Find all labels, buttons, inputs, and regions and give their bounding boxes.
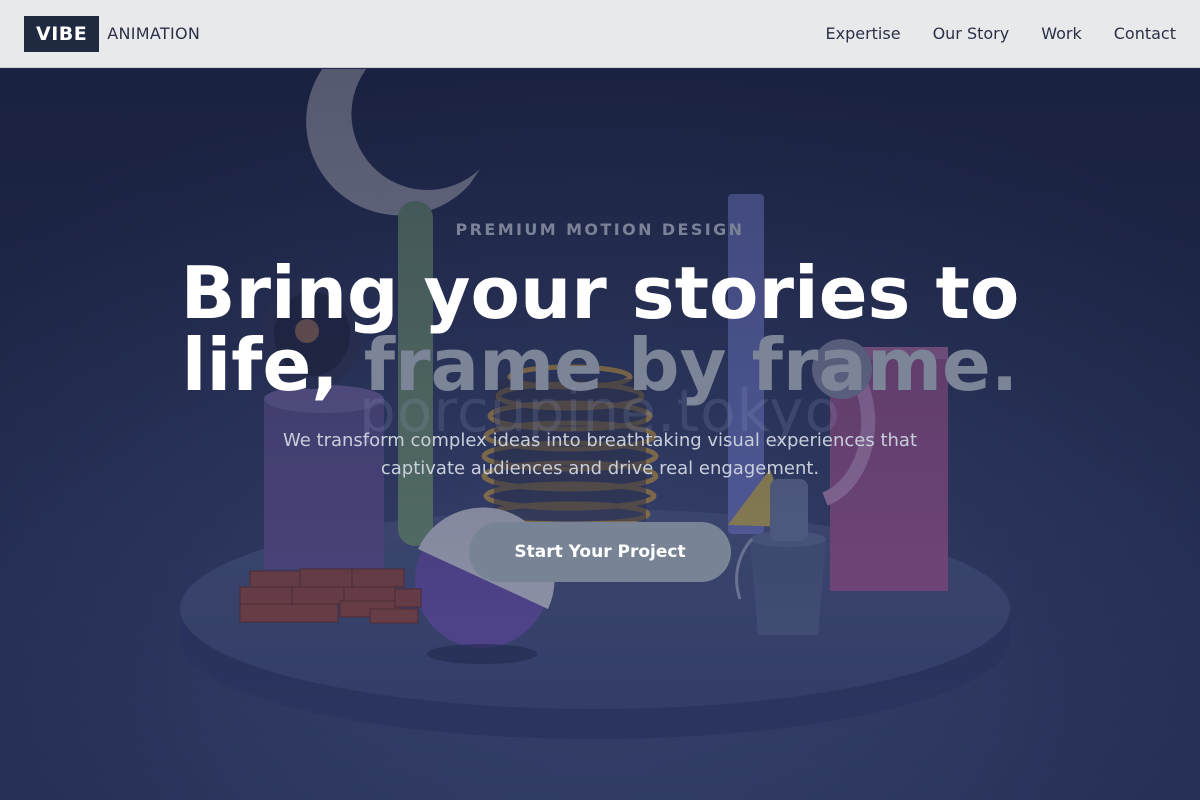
subtext-line-1: We transform complex ideas into breathta… (282, 430, 918, 451)
hero-section: PREMIUM MOTION DESIGN Bring your stories… (0, 69, 1200, 800)
hero-eyebrow: PREMIUM MOTION DESIGN (455, 220, 745, 239)
nav-link-work[interactable]: Work (1041, 24, 1082, 43)
start-project-button[interactable]: Start Your Project (469, 522, 731, 582)
subtext-line-2: captivate audiences and drive real engag… (380, 458, 820, 479)
site-header: VIBE ANIMATION Expertise Our Story Work … (0, 0, 1200, 68)
logo-wordmark: ANIMATION (107, 24, 201, 43)
main-nav: Expertise Our Story Work Contact (826, 24, 1177, 43)
hero-subtext: We transform complex ideas into breathta… (270, 427, 930, 483)
hero-content: PREMIUM MOTION DESIGN Bring your stories… (0, 69, 1200, 800)
nav-link-expertise[interactable]: Expertise (826, 24, 901, 43)
brand-logo[interactable]: VIBE ANIMATION (24, 15, 201, 52)
nav-link-our-story[interactable]: Our Story (933, 24, 1010, 43)
nav-link-contact[interactable]: Contact (1114, 24, 1176, 43)
logo-mark: VIBE (24, 15, 100, 52)
